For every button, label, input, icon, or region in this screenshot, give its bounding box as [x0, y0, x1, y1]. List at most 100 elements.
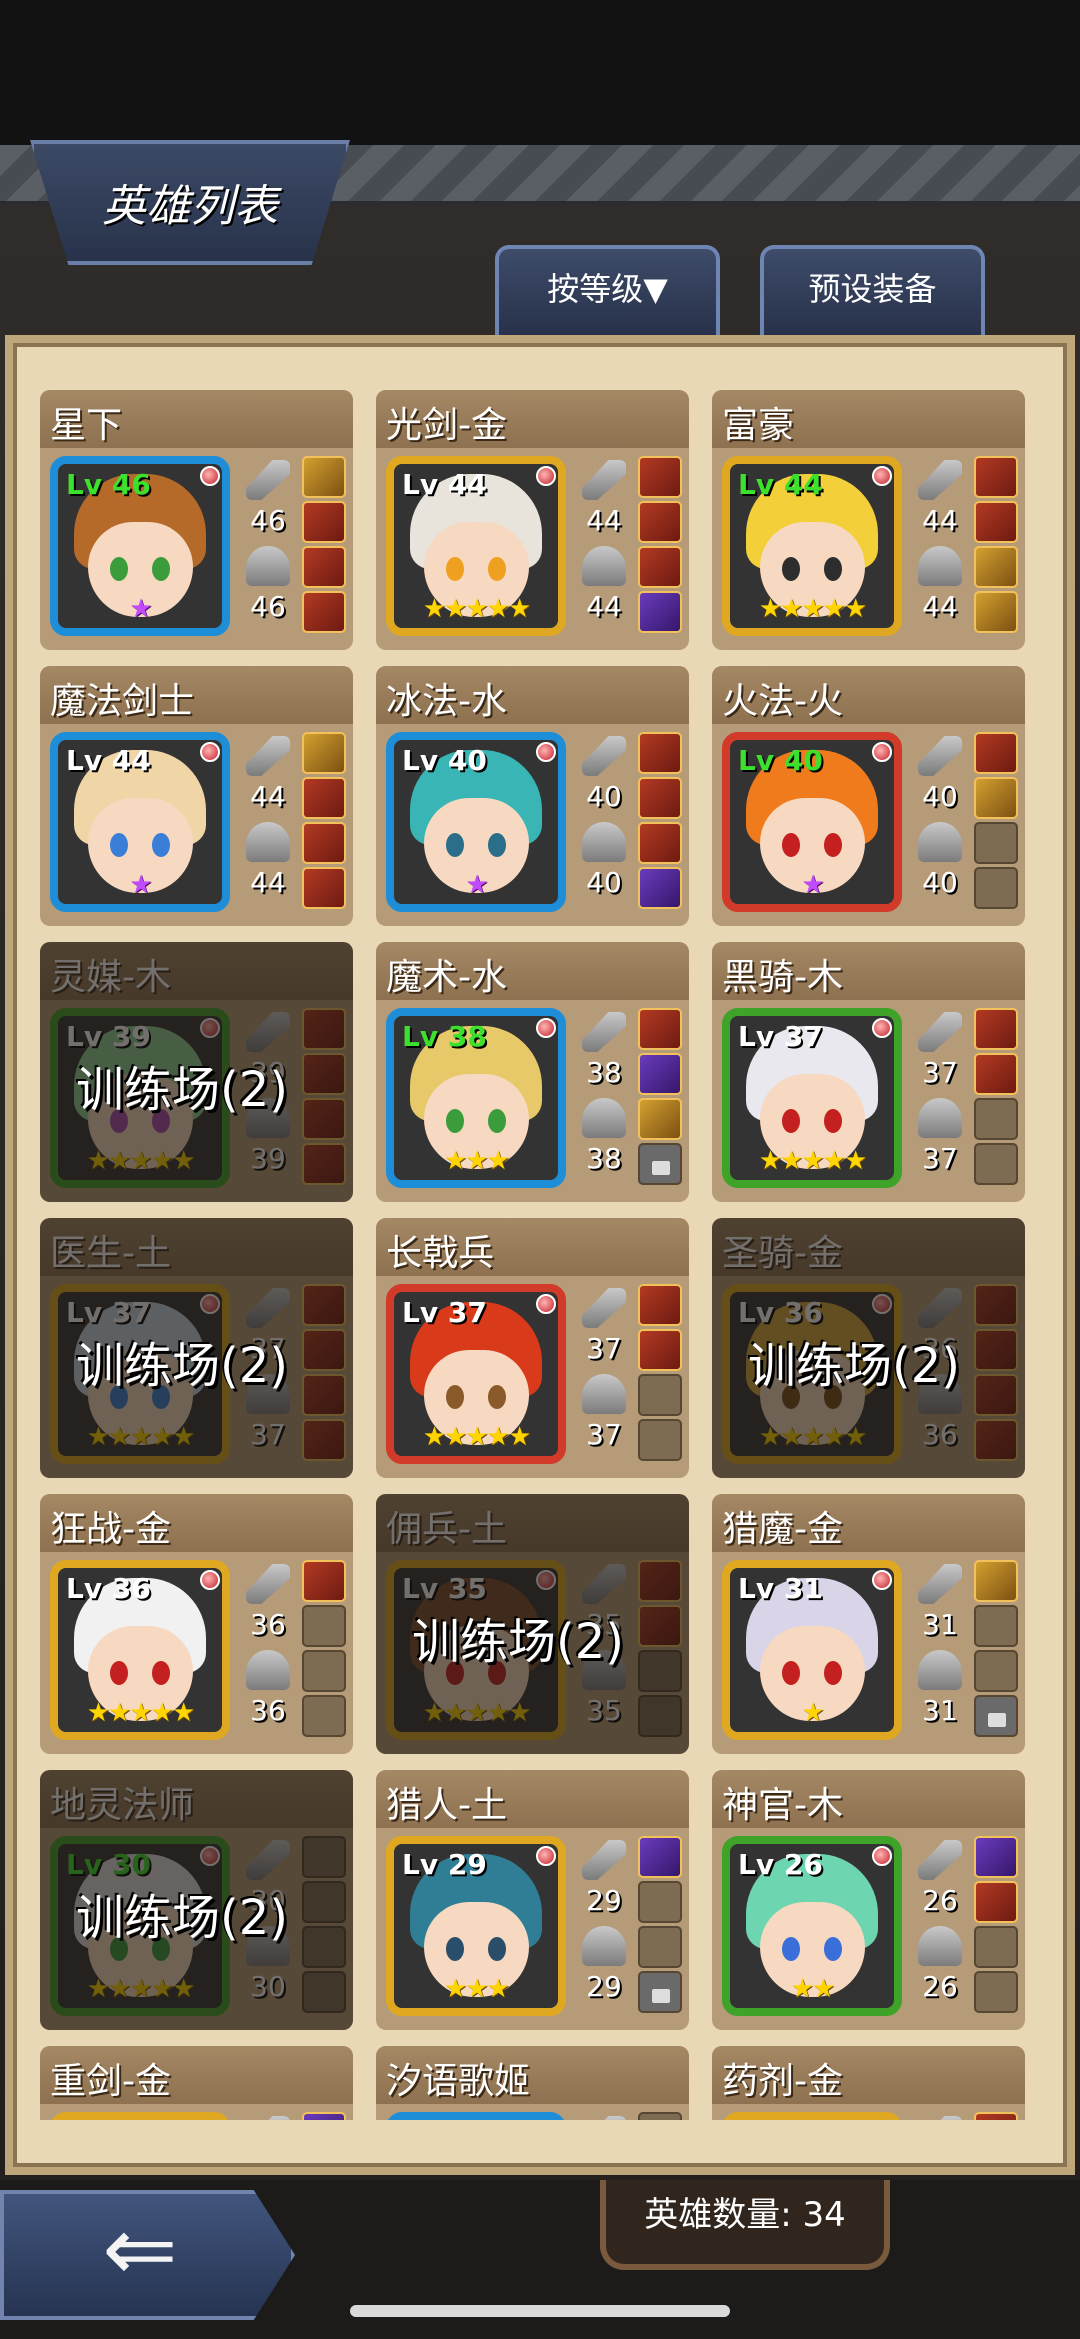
equipment-slot[interactable]: [974, 456, 1018, 498]
hero-portrait[interactable]: Lv 37 ★★★★★: [386, 1284, 566, 1464]
hero-card[interactable]: 汐语歌姬: [376, 2046, 689, 2120]
hero-card[interactable]: 狂战-金 Lv 36 ★★★★★ 36 36: [40, 1494, 353, 1754]
lock-icon[interactable]: [974, 1695, 1018, 1737]
equipment-slot[interactable]: [638, 1881, 682, 1923]
hero-card[interactable]: 星下 Lv 46 ★ 46 46: [40, 390, 353, 650]
equipment-slot[interactable]: [302, 591, 346, 633]
equipment-slot[interactable]: [974, 1881, 1018, 1923]
hero-portrait[interactable]: Lv 31 ★: [722, 1560, 902, 1740]
equipment-slot[interactable]: [638, 867, 682, 909]
equipment-slot[interactable]: [974, 1419, 1018, 1461]
hero-card[interactable]: 医生-土 Lv 37 ★★★★★ 37 37 训练场(2): [40, 1218, 353, 1478]
hero-card[interactable]: 冰法-水 Lv 40 ★ 40 40: [376, 666, 689, 926]
equipment-slot[interactable]: [302, 1971, 346, 2013]
equipment-slot[interactable]: [638, 1836, 682, 1878]
equipment-slot[interactable]: [974, 732, 1018, 774]
equipment-slot[interactable]: [974, 1374, 1018, 1416]
lock-icon[interactable]: [638, 1971, 682, 2013]
equipment-slot[interactable]: [974, 1650, 1018, 1692]
equipment-slot[interactable]: [302, 2112, 346, 2120]
hero-portrait[interactable]: Lv 44 ★: [50, 732, 230, 912]
hero-portrait[interactable]: Lv 44 ★★★★★: [722, 456, 902, 636]
equipment-slot[interactable]: [974, 1284, 1018, 1326]
equipment-slot[interactable]: [638, 1605, 682, 1647]
hero-card[interactable]: 佣兵-土 Lv 35 ★★★★★ 35 35 训练场(2): [376, 1494, 689, 1754]
equipment-slot[interactable]: [638, 732, 682, 774]
hero-portrait[interactable]: Lv 36 ★★★★★: [50, 1560, 230, 1740]
equipment-slot[interactable]: [638, 1419, 682, 1461]
equipment-slot[interactable]: [302, 1143, 346, 1185]
equipment-slot[interactable]: [302, 546, 346, 588]
equipment-slot[interactable]: [302, 1053, 346, 1095]
equipment-slot[interactable]: [638, 1560, 682, 1602]
equipment-slot[interactable]: [974, 1605, 1018, 1647]
sort-by-level-button[interactable]: 按等级▼: [495, 245, 720, 340]
equipment-slot[interactable]: [974, 546, 1018, 588]
equipment-slot[interactable]: [638, 546, 682, 588]
equipment-slot[interactable]: [638, 1650, 682, 1692]
equipment-slot[interactable]: [638, 822, 682, 864]
hero-portrait[interactable]: Lv 26 ★★: [722, 1836, 902, 2016]
equipment-slot[interactable]: [974, 1008, 1018, 1050]
equipment-slot[interactable]: [974, 1098, 1018, 1140]
hero-card[interactable]: 魔法剑士 Lv 44 ★ 44 44: [40, 666, 353, 926]
hero-card[interactable]: 黑骑-木 Lv 37 ★★★★★ 37 37: [712, 942, 1025, 1202]
hero-card[interactable]: 圣骑-金 Lv 36 ★★★★★ 36 36 训练场(2): [712, 1218, 1025, 1478]
home-indicator[interactable]: [350, 2305, 730, 2317]
equipment-slot[interactable]: [638, 777, 682, 819]
equipment-slot[interactable]: [638, 1098, 682, 1140]
equipment-slot[interactable]: [302, 732, 346, 774]
equipment-slot[interactable]: [638, 456, 682, 498]
equipment-slot[interactable]: [302, 1836, 346, 1878]
hero-card[interactable]: 长戟兵 Lv 37 ★★★★★ 37 37: [376, 1218, 689, 1478]
hero-portrait[interactable]: Lv 46 ★: [50, 456, 230, 636]
equipment-slot[interactable]: [638, 1284, 682, 1326]
equipment-slot[interactable]: [302, 1008, 346, 1050]
equipment-slot[interactable]: [638, 1053, 682, 1095]
equipment-slot[interactable]: [974, 1836, 1018, 1878]
equipment-slot[interactable]: [974, 1560, 1018, 1602]
hero-portrait[interactable]: [386, 2112, 566, 2120]
equipment-slot[interactable]: [638, 1695, 682, 1737]
hero-card[interactable]: 富豪 Lv 44 ★★★★★ 44 44: [712, 390, 1025, 650]
equipment-slot[interactable]: [302, 1605, 346, 1647]
hero-portrait[interactable]: Lv 29 ★★★: [386, 1836, 566, 2016]
hero-card[interactable]: 魔术-水 Lv 38 ★★★ 38 38: [376, 942, 689, 1202]
hero-portrait[interactable]: Lv 38 ★★★: [386, 1008, 566, 1188]
equipment-slot[interactable]: [302, 1560, 346, 1602]
hero-card[interactable]: 重剑-金: [40, 2046, 353, 2120]
hero-card[interactable]: 火法-火 Lv 40 ★ 40 40: [712, 666, 1025, 926]
equipment-slot[interactable]: [974, 591, 1018, 633]
equipment-slot[interactable]: [638, 591, 682, 633]
hero-card[interactable]: 药剂-金: [712, 2046, 1025, 2120]
hero-portrait[interactable]: Lv 44 ★★★★★: [386, 456, 566, 636]
equipment-slot[interactable]: [302, 1098, 346, 1140]
lock-icon[interactable]: [638, 1143, 682, 1185]
equipment-slot[interactable]: [974, 501, 1018, 543]
equipment-slot[interactable]: [638, 1329, 682, 1371]
equipment-slot[interactable]: [638, 501, 682, 543]
equipment-slot[interactable]: [638, 1008, 682, 1050]
equipment-slot[interactable]: [302, 1329, 346, 1371]
equipment-slot[interactable]: [302, 822, 346, 864]
equipment-slot[interactable]: [302, 1374, 346, 1416]
hero-card[interactable]: 神官-木 Lv 26 ★★ 26 26: [712, 1770, 1025, 2030]
hero-portrait[interactable]: Lv 40 ★: [386, 732, 566, 912]
equipment-slot[interactable]: [302, 501, 346, 543]
hero-portrait[interactable]: [722, 2112, 902, 2120]
equipment-slot[interactable]: [302, 867, 346, 909]
equipment-slot[interactable]: [974, 1143, 1018, 1185]
hero-card[interactable]: 猎人-土 Lv 29 ★★★ 29 29: [376, 1770, 689, 2030]
equipment-slot[interactable]: [638, 1374, 682, 1416]
equipment-slot[interactable]: [974, 1053, 1018, 1095]
equipment-slot[interactable]: [638, 1926, 682, 1968]
hero-grid[interactable]: 星下 Lv 46 ★ 46 46 光剑-金 Lv 44 ★★★★★ 44 44 富豪 Lv 44 ★★★…: [40, 390, 1040, 2120]
equipment-slot[interactable]: [302, 1284, 346, 1326]
hero-card[interactable]: 猎魔-金 Lv 31 ★ 31 31: [712, 1494, 1025, 1754]
equipment-slot[interactable]: [302, 1650, 346, 1692]
hero-card[interactable]: 光剑-金 Lv 44 ★★★★★ 44 44: [376, 390, 689, 650]
preset-equipment-button[interactable]: 预设装备: [760, 245, 985, 340]
hero-portrait[interactable]: [50, 2112, 230, 2120]
equipment-slot[interactable]: [302, 777, 346, 819]
equipment-slot[interactable]: [302, 1695, 346, 1737]
